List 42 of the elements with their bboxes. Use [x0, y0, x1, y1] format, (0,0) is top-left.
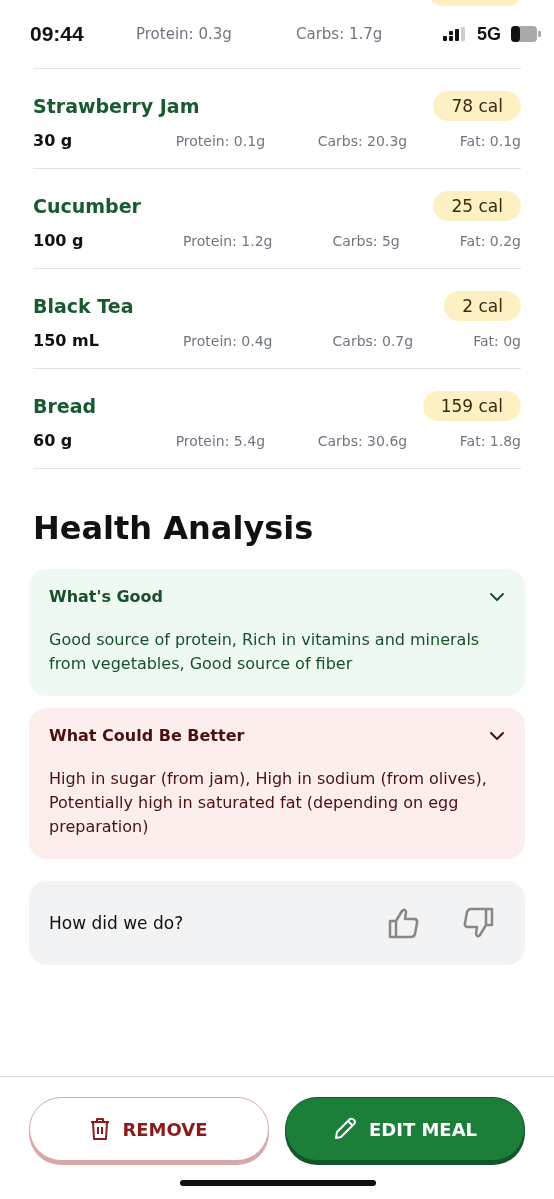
thumbs-up-icon[interactable]: [387, 906, 421, 940]
food-amount: 30 g: [33, 131, 74, 150]
food-amount: 150 mL: [33, 331, 100, 350]
trash-icon: [90, 1117, 111, 1141]
card-text: High in sugar (from jam), High in sodium (from olives), Potentially high in saturated fat (depending on egg preparation): [49, 768, 488, 838]
carbs-value: Carbs: 0.7g: [332, 332, 414, 349]
signal-icon: [443, 27, 467, 41]
chevron-icon[interactable]: [489, 591, 505, 602]
carbs-value: Carbs: 5g: [332, 232, 400, 249]
protein-value: Protein: 5.4g: [175, 432, 266, 449]
calorie-badge: 2 cal: [444, 291, 521, 321]
pencil-icon: [332, 1117, 357, 1141]
fat-value: Fat: 0g: [473, 332, 521, 349]
card-title: What Could Be Better: [49, 726, 245, 745]
network-label: 5G: [477, 23, 501, 45]
protein-value: Protein: 0.4g: [183, 332, 273, 349]
food-name: Strawberry Jam: [33, 95, 200, 117]
carbs-value: Carbs: 20.3g: [317, 132, 408, 149]
battery-icon: [511, 26, 541, 42]
status-time: 09:44: [30, 22, 85, 46]
carbs-value: Carbs: 1.7g: [296, 25, 383, 43]
carbs-value: Carbs: 30.6g: [317, 432, 408, 449]
section-heading: Health Analysis: [33, 509, 315, 547]
chevron-icon[interactable]: [489, 730, 505, 741]
protein-value: Protein: 0.1g: [175, 132, 266, 149]
protein-value: Protein: 0.3g: [136, 25, 233, 43]
card-title: What's Good: [49, 587, 164, 606]
calorie-badge: 78 cal: [433, 91, 521, 121]
food-name: Bread: [33, 395, 97, 417]
calorie-badge: 159 cal: [422, 391, 521, 421]
food-amount: 100 g: [33, 231, 85, 250]
card-text: Good source of protein, Rich in vitamins and minerals from vegetables, Good source of fiber: [49, 629, 481, 675]
calorie-badge: 25 cal: [433, 191, 521, 221]
food-name: Cucumber: [33, 195, 141, 217]
fat-value: Fat: 0.2g: [459, 232, 521, 249]
food-name: Black Tea: [33, 295, 134, 317]
feedback-question: How did we do?: [49, 913, 184, 933]
fat-value: Fat: 1.8g: [459, 432, 521, 449]
food-amount: 60 g: [33, 431, 74, 450]
protein-value: Protein: 1.2g: [183, 232, 273, 249]
fat-value: Fat: 0.1g: [459, 132, 521, 149]
thumbs-down-icon[interactable]: [461, 906, 495, 940]
